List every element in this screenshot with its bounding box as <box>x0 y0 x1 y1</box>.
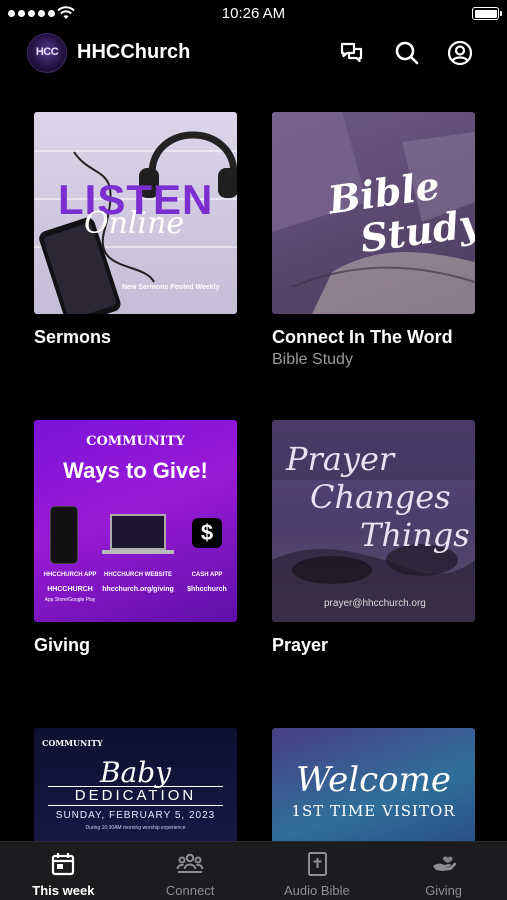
card-prayer-image[interactable]: Prayer Changes Things prayer@hhcchurch.o… <box>272 420 475 622</box>
prayer-line1: Prayer <box>286 440 395 478</box>
giving-brand: COMMUNITY <box>86 434 185 449</box>
calendar-icon <box>49 850 77 878</box>
card-giving[interactable]: COMMUNITY Ways to Give! $ HHCCHURCH APP … <box>34 420 237 657</box>
prayer-line3: Things <box>360 516 470 554</box>
giving-col2-sub: hhcchurch.org/giving <box>102 586 174 593</box>
tab-giving[interactable]: Giving <box>380 842 507 900</box>
cash-app-icon: $ <box>192 518 222 548</box>
baby-date: SUNDAY, FEBRUARY 5, 2023 <box>55 810 216 821</box>
baby-note: During 10:30AM morning worship experienc… <box>85 825 186 831</box>
card-welcome-image[interactable]: Welcome 1ST TIME VISITOR <box>272 728 475 842</box>
sermons-caption: New Sermons Posted Weekly <box>122 284 220 291</box>
baby-script: Baby <box>99 756 171 789</box>
card-baby-dedication[interactable]: COMMUNITY Baby DEDICATION SUNDAY, FEBRUA… <box>34 728 237 842</box>
card-sermons[interactable]: LISTEN Online New Sermons Posted Weekly … <box>34 112 237 349</box>
card-title: Connect In The Word <box>272 327 453 347</box>
tab-connect[interactable]: Connect <box>127 842 254 900</box>
sermons-online-text: Online <box>84 206 185 241</box>
welcome-headline: 1ST TIME VISITOR <box>291 802 456 820</box>
giving-hand-icon <box>430 850 458 878</box>
card-bible-study[interactable]: Bible Study Connect In The Word Bible St… <box>272 112 475 371</box>
giving-col1-title: HHCCHURCH APP <box>43 572 97 578</box>
card-title: Sermons <box>34 327 112 347</box>
phone-image <box>50 506 78 564</box>
card-welcome[interactable]: Welcome 1ST TIME VISITOR <box>272 728 475 842</box>
people-icon <box>176 850 204 878</box>
card-bible-study-image[interactable]: Bible Study <box>272 112 475 314</box>
clock: 10:26 AM <box>221 5 286 22</box>
card-baby-dedication-image[interactable]: COMMUNITY Baby DEDICATION SUNDAY, FEBRUA… <box>34 728 237 842</box>
card-giving-image[interactable]: COMMUNITY Ways to Give! $ HHCCHURCH APP … <box>34 420 237 622</box>
battery-icon <box>472 7 502 20</box>
baby-brand: COMMUNITY <box>42 738 103 748</box>
status-bar: 10:26 AM <box>0 0 507 28</box>
search-icon[interactable] <box>394 40 420 66</box>
card-title: Giving <box>34 635 91 655</box>
card-prayer[interactable]: Prayer Changes Things prayer@hhcchurch.o… <box>272 420 475 657</box>
tab-audio-bible[interactable]: Audio Bible <box>254 842 381 900</box>
giving-headline: Ways to Give! <box>63 458 208 483</box>
tab-label: This week <box>32 883 95 898</box>
account-icon[interactable] <box>447 40 473 66</box>
giving-col3-sub: $hhcchurch <box>187 586 227 593</box>
giving-col3-title: CASH APP <box>191 572 223 578</box>
card-sermons-image[interactable]: LISTEN Online New Sermons Posted Weekly <box>34 112 237 314</box>
tab-bar: This week Connect Audio Bible Giving <box>0 841 507 900</box>
card-title: Prayer <box>272 635 329 655</box>
bible-icon <box>303 850 331 878</box>
tab-label: Audio Bible <box>283 883 350 898</box>
tab-this-week[interactable]: This week <box>0 842 127 900</box>
prayer-email: prayer@hhcchurch.org <box>324 598 426 609</box>
giving-col1-note: App Store/Google Play <box>44 597 96 603</box>
church-logo[interactable] <box>27 33 67 73</box>
giving-col2-title: HHCCHURCH WEBSITE <box>104 572 172 578</box>
chat-icon[interactable] <box>339 40 365 66</box>
giving-col1-sub: HHCCHURCH <box>47 586 93 593</box>
prayer-line2: Changes <box>310 478 451 516</box>
app-title: HHCChurch <box>77 41 191 63</box>
tab-label: Connect <box>165 883 215 898</box>
tab-label: Giving <box>425 883 463 898</box>
card-subtitle: Bible Study <box>272 351 353 368</box>
welcome-script: Welcome <box>295 760 452 800</box>
app-header: HHCChurch <box>0 30 507 76</box>
baby-headline: DEDICATION <box>48 786 223 806</box>
laptop-image <box>110 514 166 550</box>
